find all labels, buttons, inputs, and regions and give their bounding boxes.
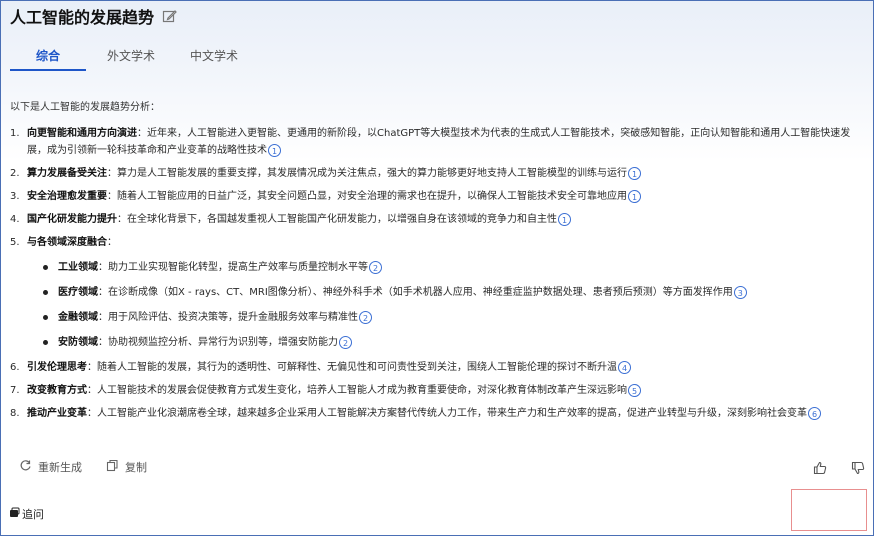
bullet-dot	[43, 290, 48, 295]
list-item: 4. 国产化研发能力提升：在全球化背景下，各国越发重视人工智能国产化研发能力，以增…	[10, 211, 862, 228]
answer-actions: 重新生成 复制	[19, 459, 147, 475]
item-heading: 改变教育方式	[27, 385, 87, 396]
item-number: 8.	[10, 408, 20, 419]
citation-badge[interactable]: 6	[808, 406, 821, 420]
title-row: 人工智能的发展趋势	[10, 4, 177, 28]
citation-badge[interactable]: 1	[268, 143, 281, 157]
item-number: 4.	[10, 214, 20, 225]
list-item: 5. 与各领域深度融合： 工业领域：助力工业实现智能化转型，提高生产效率与质量控制…	[10, 234, 862, 351]
sub-item-text: ：协助视频监控分析、异常行为识别等，增强安防能力	[98, 337, 338, 348]
sub-list-item: 安防领域：协助视频监控分析、异常行为识别等，增强安防能力 2	[41, 334, 862, 351]
citation-badge[interactable]: 1	[628, 166, 641, 180]
intro-text: 以下是人工智能的发展趋势分析：	[10, 102, 160, 113]
page-title: 人工智能的发展趋势	[10, 8, 155, 27]
sub-item-heading: 工业领域	[58, 262, 98, 273]
list-item: 7. 改变教育方式：人工智能技术的发展会促使教育方式发生变化，培养人工智能人才成为…	[10, 382, 862, 399]
regenerate-label: 重新生成	[38, 461, 82, 474]
follow-up-label: 追问	[22, 508, 44, 521]
item-text: ：随着人工智能应用的日益广泛，其安全问题凸显，对安全治理的需求也在提升，以确保人…	[107, 191, 627, 202]
regenerate-button[interactable]: 重新生成	[19, 459, 82, 475]
item-heading: 算力发展备受关注	[27, 168, 107, 179]
item-heading: 引发伦理思考	[27, 362, 87, 373]
active-tab-indicator	[10, 69, 86, 71]
copy-icon	[106, 459, 119, 475]
trend-list: 1. 向更智能和通用方向演进：近年来，人工智能进入更智能、更通用的新阶段，以Cha…	[10, 125, 862, 428]
tab-foreign-academic[interactable]: 外文学术	[86, 39, 176, 71]
tab-bar: 综合 外文学术 中文学术	[10, 39, 252, 71]
edit-icon[interactable]	[162, 9, 177, 24]
bullet-dot	[43, 265, 48, 270]
item-number: 7.	[10, 385, 20, 396]
citation-badge[interactable]: 2	[359, 310, 372, 324]
item-text: ：	[107, 237, 117, 248]
item-heading: 与各领域深度融合	[27, 237, 107, 248]
citation-badge[interactable]: 2	[369, 260, 382, 274]
list-item: 3. 安全治理愈发重要：随着人工智能应用的日益广泛，其安全问题凸显，对安全治理的需…	[10, 188, 862, 205]
sub-item-text: ：用于风险评估、投资决策等，提升金融服务效率与精准性	[98, 312, 358, 323]
list-item: 1. 向更智能和通用方向演进：近年来，人工智能进入更智能、更通用的新阶段，以Cha…	[10, 125, 862, 159]
thumbs-down-icon[interactable]	[851, 460, 865, 479]
follow-up-icon	[9, 507, 20, 521]
sub-list: 工业领域：助力工业实现智能化转型，提高生产效率与质量控制水平等 2 医疗领域：在诊…	[27, 259, 862, 351]
watermark-stamp	[791, 489, 867, 531]
item-number: 2.	[10, 168, 20, 179]
item-number: 6.	[10, 362, 20, 373]
citation-badge[interactable]: 4	[618, 360, 631, 374]
item-text: ：算力是人工智能发展的重要支撑，其发展情况成为关注焦点，强大的算力能够更好地支持…	[107, 168, 627, 179]
sub-item-heading: 金融领域	[58, 312, 98, 323]
copy-button[interactable]: 复制	[106, 459, 147, 475]
citation-badge[interactable]: 3	[733, 285, 747, 299]
item-text: ：近年来，人工智能进入更智能、更通用的新阶段，以ChatGPT等大模型技术为代表…	[27, 128, 851, 156]
item-heading: 向更智能和通用方向演进	[27, 128, 137, 139]
citation-badge[interactable]: 1	[628, 189, 641, 203]
citation-badge[interactable]: 2	[339, 335, 352, 349]
copy-label: 复制	[125, 461, 147, 474]
sub-item-heading: 安防领域	[58, 337, 98, 348]
answer-panel: 人工智能的发展趋势 综合 外文学术 中文学术 以下是人工智能的发展趋势分析： 1…	[0, 0, 874, 536]
item-heading: 安全治理愈发重要	[27, 191, 107, 202]
thumbs-up-icon[interactable]	[813, 460, 827, 479]
sub-list-item: 金融领域：用于风险评估、投资决策等，提升金融服务效率与精准性 2	[41, 309, 862, 326]
tab-chinese-academic[interactable]: 中文学术	[176, 39, 252, 71]
item-text: ：人工智能技术的发展会促使教育方式发生变化，培养人工智能人才成为教育重要使命，对…	[87, 385, 627, 396]
tab-comprehensive[interactable]: 综合	[10, 39, 86, 71]
citation-badge[interactable]: 5	[628, 383, 641, 397]
citation-badge[interactable]: 1	[558, 212, 571, 226]
bullet-dot	[43, 340, 48, 345]
list-item: 8. 推动产业变革：人工智能产业化浪潮席卷全球，越来越多企业采用人工智能解决方案替…	[10, 405, 862, 422]
item-number: 3.	[10, 191, 20, 202]
follow-up-button[interactable]: 追问	[9, 506, 44, 522]
sub-item-text: ：助力工业实现智能化转型，提高生产效率与质量控制水平等	[98, 262, 368, 273]
bullet-dot	[43, 315, 48, 320]
sub-item-text: ：在诊断成像（如X - rays、CT、MRI图像分析）、神经外科手术（如手术机…	[98, 287, 733, 298]
item-text: ：随着人工智能的发展，其行为的透明性、可解释性、无偏见性和可问责性受到关注，围绕…	[87, 362, 617, 373]
item-number: 5.	[10, 237, 20, 248]
list-item: 6. 引发伦理思考：随着人工智能的发展，其行为的透明性、可解释性、无偏见性和可问责…	[10, 359, 862, 376]
sub-item-heading: 医疗领域	[58, 287, 98, 298]
item-heading: 推动产业变革	[27, 408, 87, 419]
sub-list-item: 医疗领域：在诊断成像（如X - rays、CT、MRI图像分析）、神经外科手术（…	[41, 284, 862, 301]
item-text: ：在全球化背景下，各国越发重视人工智能国产化研发能力，以增强自身在该领域的竞争力…	[117, 214, 557, 225]
sub-list-item: 工业领域：助力工业实现智能化转型，提高生产效率与质量控制水平等 2	[41, 259, 862, 276]
item-number: 1.	[10, 128, 20, 139]
refresh-icon	[19, 459, 32, 475]
item-text: ：人工智能产业化浪潮席卷全球，越来越多企业采用人工智能解决方案替代传统人力工作，…	[87, 408, 807, 419]
item-heading: 国产化研发能力提升	[27, 214, 117, 225]
feedback-buttons	[813, 460, 865, 479]
list-item: 2. 算力发展备受关注：算力是人工智能发展的重要支撑，其发展情况成为关注焦点，强大…	[10, 165, 862, 182]
